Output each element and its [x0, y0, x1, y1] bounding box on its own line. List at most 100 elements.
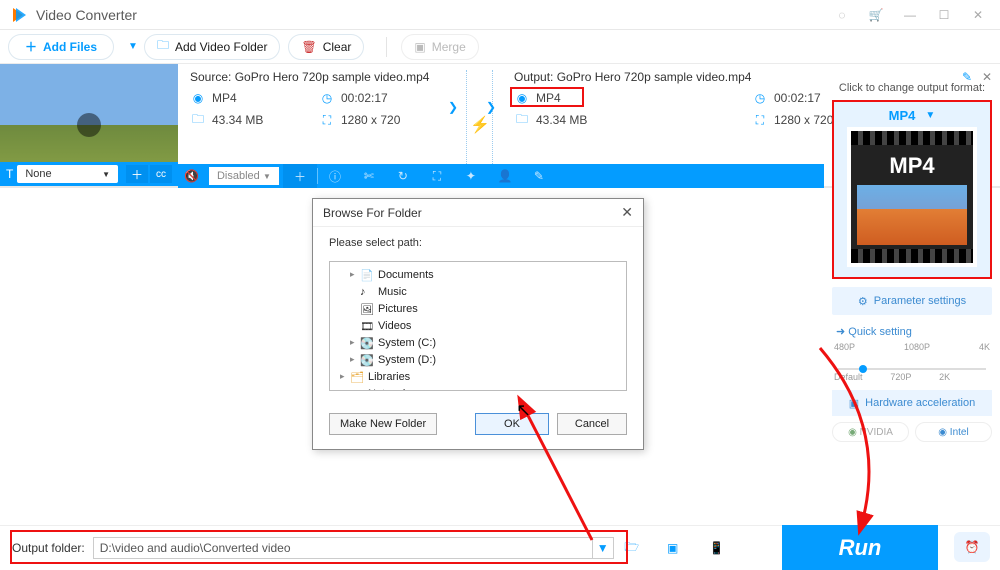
hardware-accel-button[interactable]: ▣Hardware acceleration: [832, 390, 992, 416]
tree-item: 🖼Pictures: [332, 300, 624, 317]
merge-button[interactable]: ▣ Merge: [401, 34, 478, 60]
right-panel: Click to change output format: MP4▼ MP4 …: [832, 82, 992, 442]
subtitle-add-button[interactable]: ＋: [126, 165, 148, 183]
main-toolbar: ＋ Add Files ▼ 🗀 Add Video Folder 🗑 Clear ▣ M…: [0, 30, 1000, 64]
quality-slider[interactable]: [838, 368, 986, 370]
trash-icon: 🗑: [301, 40, 316, 54]
chevron-down-icon: ▼: [925, 110, 935, 121]
clock-icon: ◷: [752, 90, 768, 106]
make-new-folder-button[interactable]: Make New Folder: [329, 413, 437, 435]
folder-icon: 🗀: [190, 112, 206, 128]
hw-label: Hardware acceleration: [865, 397, 975, 409]
video-edit-bar: T None▼ ＋ cc: [0, 162, 178, 186]
quick-setting-label: ➜ Quick setting: [836, 325, 992, 338]
libraries-icon: 🗂: [350, 371, 364, 383]
app-logo-icon: [10, 6, 28, 24]
tree-item: ▸🗂Libraries: [332, 368, 624, 385]
dialog-close-icon[interactable]: ✕: [621, 204, 633, 221]
subtitle-dropdown[interactable]: None▼: [17, 165, 118, 183]
bolt-icon: ⚡: [470, 115, 490, 135]
toolbar-divider: [386, 37, 387, 57]
music-icon: ♪: [360, 286, 374, 298]
plus-icon: ＋: [25, 38, 37, 55]
clock-icon: ◷: [319, 90, 335, 106]
source-duration: 00:02:17: [341, 91, 388, 105]
pictures-icon: 🖼: [360, 303, 374, 315]
audio-add-button[interactable]: ＋: [283, 164, 317, 188]
source-format: MP4: [212, 91, 237, 105]
slider-handle[interactable]: [859, 365, 867, 373]
source-label: Source: GoPro Hero 720p sample video.mp4: [190, 70, 448, 84]
folder-icon: 🗀: [514, 112, 530, 128]
dialog-message: Please select path:: [329, 237, 627, 249]
output-resolution: 1280 x 720: [774, 113, 833, 127]
phone-icon[interactable]: 📱: [702, 533, 732, 563]
clock-icon: ⏰: [965, 540, 980, 554]
browse-folder-dialog: Browse For Folder ✕ Please select path: …: [312, 198, 644, 450]
clear-button[interactable]: 🗑 Clear: [288, 34, 364, 60]
tree-item: ▸💽System (C:): [332, 334, 624, 351]
tree-item: ▸📄Documents: [332, 266, 624, 283]
output-folder-label: Output folder:: [12, 541, 85, 555]
media-library-icon[interactable]: ▣: [658, 533, 688, 563]
chevron-right-icon: ❯: [448, 100, 458, 114]
watermark-icon[interactable]: 👤: [488, 164, 522, 188]
minimize-icon[interactable]: ―: [898, 3, 922, 27]
output-format-selector[interactable]: MP4 ▼ MP4: [832, 100, 992, 279]
chevron-right-icon: ❯: [486, 100, 496, 114]
output-folder-dropdown[interactable]: ▼: [592, 537, 614, 559]
tree-item: 🎞Videos: [332, 317, 624, 334]
cut-icon[interactable]: ✄: [352, 164, 386, 188]
drive-icon: 💽: [360, 354, 374, 366]
videos-icon: 🎞: [360, 320, 374, 332]
add-files-chevron-icon[interactable]: ▼: [122, 41, 144, 52]
run-label: Run: [839, 535, 882, 561]
param-label: Parameter settings: [874, 295, 966, 307]
audio-dropdown[interactable]: Disabled▼: [209, 167, 279, 185]
folder-video-icon: 🗀: [157, 36, 169, 57]
folder-icon: 📄: [360, 269, 374, 281]
add-video-folder-button[interactable]: 🗀 Add Video Folder: [144, 34, 281, 60]
user-icon[interactable]: ◌: [830, 3, 854, 27]
clear-label: Clear: [323, 40, 352, 54]
cancel-button[interactable]: Cancel: [557, 413, 627, 435]
add-files-label: Add Files: [43, 40, 97, 54]
source-resolution: 1280 x 720: [341, 113, 400, 127]
close-icon[interactable]: ✕: [966, 3, 990, 27]
titlebar: Video Converter ◌ 🛒 ― ☐ ✕: [0, 0, 1000, 30]
maximize-icon[interactable]: ☐: [932, 3, 956, 27]
subtitle-edit-icon[interactable]: ✎: [522, 164, 556, 188]
parameter-settings-button[interactable]: ⚙ Parameter settings: [832, 287, 992, 315]
format-icon: ◉: [190, 90, 206, 106]
video-thumbnail[interactable]: T None▼ ＋ cc: [0, 64, 178, 186]
info-icon[interactable]: ⓘ: [318, 164, 352, 188]
rotate-icon[interactable]: ↻: [386, 164, 420, 188]
cc-button[interactable]: cc: [150, 165, 172, 183]
run-button[interactable]: Run: [782, 525, 938, 570]
nvidia-chip: ◉ NVIDIA: [832, 422, 909, 442]
output-folder-path[interactable]: D:\video and audio\Converted video: [93, 537, 593, 559]
merge-label: Merge: [432, 40, 466, 54]
merge-icon: ▣: [414, 40, 425, 54]
effects-icon[interactable]: ✦: [454, 164, 488, 188]
network-icon: 🖧: [350, 388, 364, 392]
source-size: 43.34 MB: [212, 113, 263, 127]
output-size: 43.34 MB: [536, 113, 587, 127]
folder-tree[interactable]: ▸📄Documents ♪Music 🖼Pictures 🎞Videos ▸💽S…: [329, 261, 627, 391]
add-files-button[interactable]: ＋ Add Files: [8, 34, 114, 60]
crop-icon[interactable]: ⛶: [420, 164, 454, 188]
ok-button[interactable]: OK: [475, 413, 549, 435]
tree-item: ▸💽System (D:): [332, 351, 624, 368]
cart-icon[interactable]: 🛒: [864, 3, 888, 27]
subtitle-value: None: [25, 168, 51, 180]
format-preview-image: MP4: [847, 127, 977, 267]
intel-chip: ◉ Intel: [915, 422, 992, 442]
format-name: MP4: [889, 108, 916, 123]
open-output-folder-icon[interactable]: 🗁: [620, 537, 644, 559]
schedule-button[interactable]: ⏰: [954, 532, 990, 562]
resolution-icon: ⛶: [752, 112, 768, 128]
sliders-icon: ⚙: [858, 295, 868, 308]
add-folder-label: Add Video Folder: [175, 40, 268, 54]
dialog-title: Browse For Folder: [323, 206, 422, 220]
output-duration: 00:02:17: [774, 91, 821, 105]
